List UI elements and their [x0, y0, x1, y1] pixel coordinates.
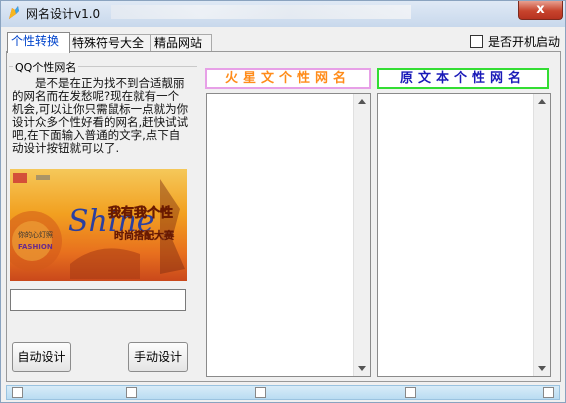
scroll-up-icon[interactable]: [358, 99, 366, 104]
scroll-down-icon[interactable]: [538, 366, 546, 371]
original-names-output[interactable]: [377, 93, 551, 377]
right-scrollbar[interactable]: [533, 94, 550, 376]
title-bar[interactable]: 网名设计v1.0 x: [1, 1, 565, 27]
status-panel-marker: [543, 387, 554, 398]
status-panel-marker: [255, 387, 266, 398]
banner-art: Shine 我有我个性 时尚搭配大赛 你的心灯照 FASHION: [10, 173, 185, 279]
status-panel-marker: [12, 387, 23, 398]
window-title: 网名设计v1.0: [26, 7, 101, 21]
group-title: QQ个性网名: [13, 59, 79, 75]
banner-sub-text: 时尚搭配大赛: [114, 229, 175, 242]
scroll-up-icon[interactable]: [538, 99, 546, 104]
tab-personality-convert[interactable]: 个性转换: [7, 32, 70, 53]
banner-side-text: 我有我个性: [108, 205, 173, 221]
blurred-region: [111, 5, 411, 19]
tab-featured-sites[interactable]: 精品网站: [150, 34, 212, 52]
app-window: 网名设计v1.0 x 个性转换 特殊符号大全 精品网站 是否开机启动 QQ个性网…: [0, 0, 566, 403]
status-panel-marker: [126, 387, 137, 398]
name-input[interactable]: [10, 289, 186, 311]
description-text: 是不是在正为找不到合适靓丽的网名而在发愁呢?现在就有一个机会,可以让你只需鼠标一…: [12, 76, 189, 155]
status-bar: [6, 385, 560, 400]
promo-banner: Shine 我有我个性 时尚搭配大赛 你的心灯照 FASHION: [10, 169, 187, 281]
original-names-header: 原文本个性网名: [377, 68, 549, 89]
scroll-down-icon[interactable]: [358, 366, 366, 371]
app-icon: [9, 6, 19, 19]
martian-names-output[interactable]: [206, 93, 371, 377]
banner-fashion-text: FASHION: [18, 243, 53, 251]
martian-names-header: 火星文个性网名: [205, 68, 371, 89]
manual-design-button[interactable]: 手动设计: [128, 342, 188, 372]
status-panel-marker: [405, 387, 416, 398]
tab-special-symbols[interactable]: 特殊符号大全: [68, 34, 153, 52]
close-button[interactable]: x: [518, 1, 563, 20]
autostart-checkbox-box[interactable]: [470, 35, 483, 48]
auto-design-button[interactable]: 自动设计: [12, 342, 71, 372]
autostart-label: 是否开机启动: [488, 35, 561, 49]
banner-logo-text: 你的心灯照: [18, 230, 53, 239]
left-scrollbar[interactable]: [353, 94, 370, 376]
